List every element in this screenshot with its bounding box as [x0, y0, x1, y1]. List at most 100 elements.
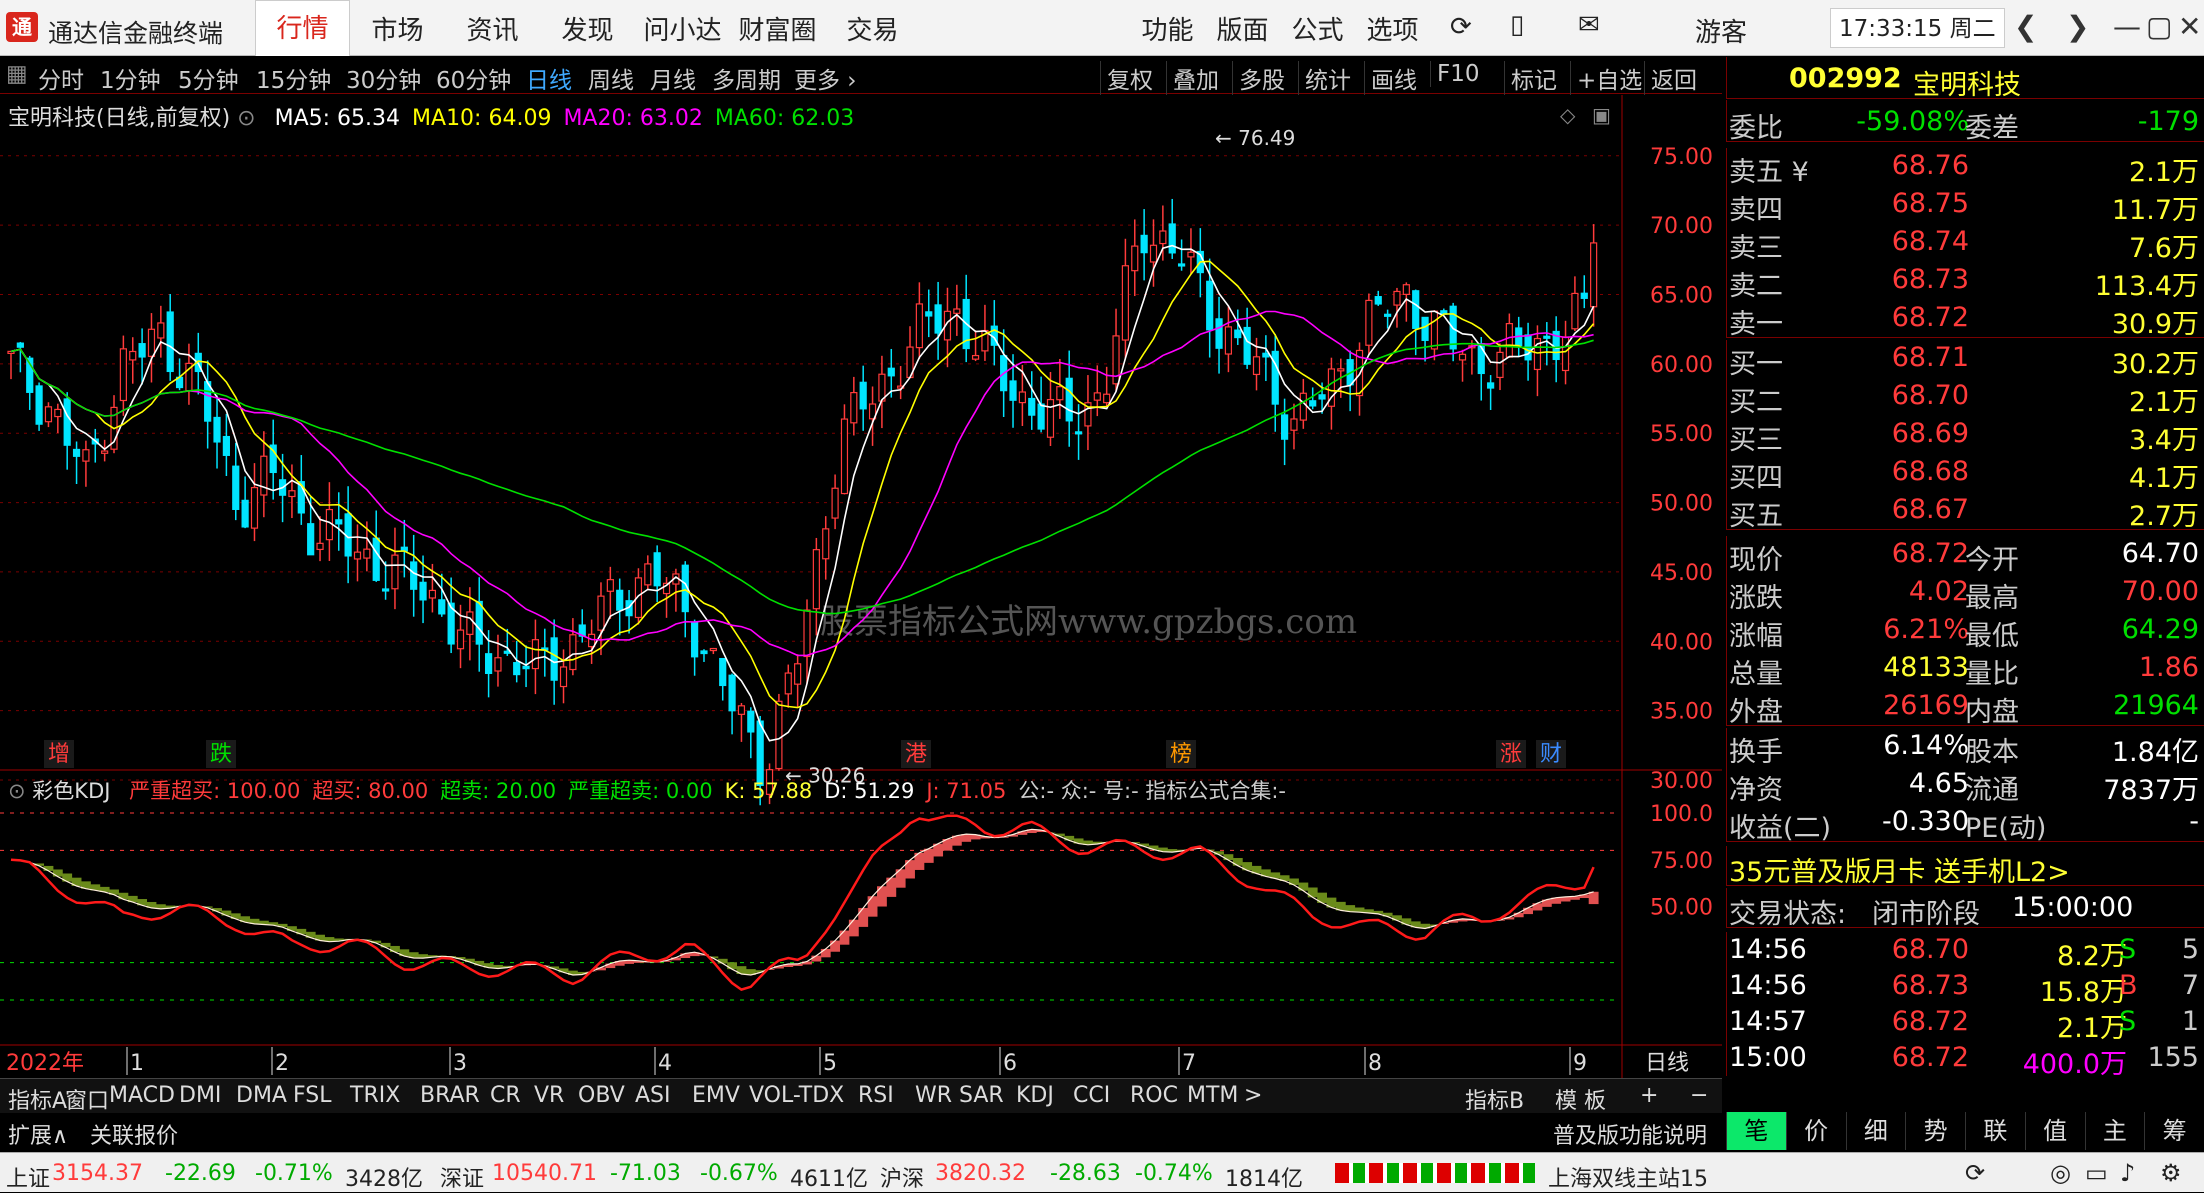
period-tab-2[interactable]: 5分钟	[178, 61, 239, 95]
indicator-tab-18[interactable]: CCI	[1073, 1083, 1110, 1108]
indicator-tab-23[interactable]: 模 板	[1555, 1083, 1606, 1115]
window-icon[interactable]: ▣	[1592, 103, 1611, 127]
close-icon[interactable]: ✕	[2178, 10, 2201, 43]
menu-item-1[interactable]: 版面	[1205, 10, 1280, 47]
top-tab-0[interactable]: 行情	[255, 0, 350, 56]
sell-price[interactable]: 68.72	[1807, 302, 1969, 333]
right-tab-1[interactable]: 价	[1785, 1112, 1846, 1150]
right-tab-3[interactable]: 势	[1905, 1112, 1965, 1150]
maximize-icon[interactable]: ▢	[2146, 10, 2172, 43]
indicator-tab-12[interactable]: EMV	[692, 1083, 740, 1108]
right-tab-6[interactable]: 主	[2084, 1112, 2145, 1150]
buy-price[interactable]: 68.70	[1807, 380, 1969, 411]
main-chart[interactable]: 75.00 70.00 65.00 60.00 55.00 50.00 45.00 40.00…	[0, 95, 1722, 1120]
indicator-tab-14[interactable]: RSI	[858, 1083, 894, 1108]
indicator-tab-3[interactable]: DMI	[179, 1083, 221, 1108]
indicator-tab-16[interactable]: SAR	[959, 1083, 1004, 1108]
back-arrow-icon[interactable]: ❮	[2014, 10, 2037, 43]
indicator-tab-21[interactable]: >	[1244, 1083, 1262, 1108]
indicator-tab-22[interactable]: 指标B	[1465, 1083, 1524, 1115]
indicator-tab-9[interactable]: VR	[534, 1083, 564, 1108]
top-tab-1[interactable]: 市场	[350, 10, 445, 47]
chart-tool-0[interactable]: 复权	[1100, 61, 1153, 95]
period-tab-10[interactable]: 更多 ›	[794, 61, 857, 95]
sell-price[interactable]: 68.75	[1807, 188, 1969, 219]
server-name[interactable]: 上海双线主站15	[1548, 1161, 1708, 1193]
indicator-tab-2[interactable]: MACD	[109, 1083, 175, 1108]
mail-icon[interactable]: ✉	[1578, 10, 1600, 40]
chart-tool-3[interactable]: 统计	[1298, 61, 1351, 95]
related-quote-button[interactable]: 关联报价	[90, 1118, 178, 1150]
top-tab-5[interactable]: 财富圈	[730, 10, 825, 47]
period-tab-5[interactable]: 60分钟	[436, 61, 511, 95]
buy-price[interactable]: 68.71	[1807, 342, 1969, 373]
menu-item-0[interactable]: 功能	[1130, 10, 1205, 47]
period-tab-0[interactable]: 分时	[38, 61, 84, 95]
top-tab-4[interactable]: 问小达	[635, 10, 730, 47]
chart-tool-2[interactable]: 多股	[1232, 61, 1285, 95]
alert-icon[interactable]: ◎	[2050, 1159, 2071, 1187]
sell-label: 卖四	[1729, 195, 1783, 226]
indicator-tab-1[interactable]: 窗口	[65, 1083, 109, 1115]
refresh-icon[interactable]: ⟳	[1450, 12, 1472, 42]
menu-item-3[interactable]: 选项	[1355, 10, 1430, 47]
right-tab-5[interactable]: 值	[2024, 1112, 2085, 1150]
period-tab-9[interactable]: 多周期	[712, 61, 781, 95]
mute-icon[interactable]: ♪	[2120, 1159, 2135, 1187]
chart-tool-1[interactable]: 叠加	[1166, 61, 1219, 95]
settings-icon[interactable]: ⚙	[2160, 1159, 2182, 1187]
indicator-tab-11[interactable]: ASI	[635, 1083, 671, 1108]
function-guide-button[interactable]: 普及版功能说明	[1553, 1118, 1707, 1150]
indicator-tab-19[interactable]: ROC	[1130, 1083, 1178, 1108]
indicator-tab-4[interactable]: DMA	[236, 1083, 287, 1108]
promo-link[interactable]: 35元普及版月卡 送手机L2>	[1729, 850, 2070, 889]
period-tab-6[interactable]: 日线	[526, 61, 572, 95]
grid-icon[interactable]: ▦	[6, 61, 28, 87]
expand-button[interactable]: 扩展∧	[8, 1118, 68, 1150]
right-tab-7[interactable]: 筹	[2144, 1112, 2204, 1150]
phone-icon[interactable]: ▯	[1510, 10, 1524, 40]
period-tab-1[interactable]: 1分钟	[100, 61, 161, 95]
indicator-tab-5[interactable]: FSL	[293, 1083, 332, 1108]
diamond-icon[interactable]: ◇	[1560, 103, 1575, 127]
minimize-icon[interactable]: —	[2113, 10, 2141, 43]
indicator-tab-25[interactable]: −	[1690, 1083, 1708, 1108]
right-tab-0[interactable]: 笔	[1726, 1112, 1786, 1150]
kdj-tick-label: 100.0	[1650, 802, 1713, 827]
indicator-tab-13[interactable]: VOL-TDX	[749, 1083, 844, 1108]
chart-tool-4[interactable]: 画线	[1364, 61, 1417, 95]
sell-price[interactable]: 68.74	[1807, 226, 1969, 257]
sell-price[interactable]: 68.73	[1807, 264, 1969, 295]
right-tab-4[interactable]: 联	[1965, 1112, 2025, 1150]
indicator-tab-24[interactable]: +	[1640, 1083, 1658, 1108]
period-tab-4[interactable]: 30分钟	[346, 61, 421, 95]
sync-icon[interactable]: ⟳	[1965, 1159, 1985, 1187]
indicator-tab-8[interactable]: CR	[490, 1083, 521, 1108]
right-tab-2[interactable]: 细	[1845, 1112, 1906, 1150]
indicator-tab-20[interactable]: MTM	[1187, 1083, 1238, 1108]
period-tab-8[interactable]: 月线	[650, 61, 696, 95]
chart-tool-8[interactable]: 返回	[1644, 61, 1697, 95]
buy-price[interactable]: 68.67	[1807, 494, 1969, 525]
buy-price[interactable]: 68.68	[1807, 456, 1969, 487]
buy-price[interactable]: 68.69	[1807, 418, 1969, 449]
indicator-tab-6[interactable]: TRIX	[350, 1083, 400, 1108]
chart-tool-5[interactable]: F10	[1430, 61, 1480, 87]
user-label[interactable]: 游客	[1695, 12, 1747, 49]
indicator-tab-0[interactable]: 指标A	[8, 1083, 67, 1115]
sell-price[interactable]: 68.76	[1807, 150, 1969, 181]
indicator-tab-17[interactable]: KDJ	[1016, 1083, 1054, 1108]
indicator-tab-15[interactable]: WR	[915, 1083, 952, 1108]
chart-tool-6[interactable]: 标记	[1504, 61, 1557, 95]
top-tab-2[interactable]: 资讯	[445, 10, 540, 47]
message-icon[interactable]: ▭	[2085, 1159, 2108, 1187]
period-tab-3[interactable]: 15分钟	[256, 61, 331, 95]
indicator-tab-7[interactable]: BRAR	[420, 1083, 480, 1108]
chart-tool-7[interactable]: +自选	[1570, 61, 1642, 95]
top-tab-3[interactable]: 发现	[540, 10, 635, 47]
forward-arrow-icon[interactable]: ❯	[2066, 10, 2089, 43]
indicator-tab-10[interactable]: OBV	[578, 1083, 625, 1108]
top-tab-6[interactable]: 交易	[825, 10, 920, 47]
period-tab-7[interactable]: 周线	[588, 61, 634, 95]
menu-item-2[interactable]: 公式	[1280, 10, 1355, 47]
